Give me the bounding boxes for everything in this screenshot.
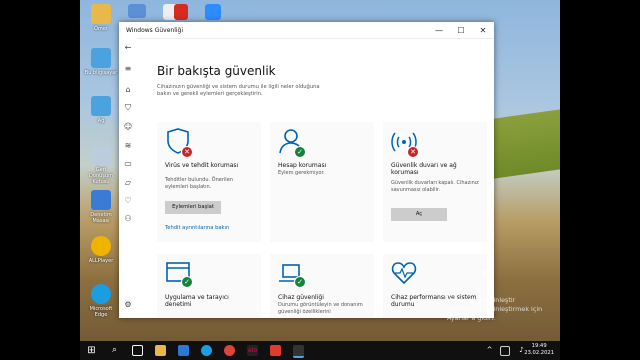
card-app-browser-control[interactable]: ✓ Uygulama ve tarayıcı denetimi bbox=[157, 254, 261, 318]
taskbar-app-icon[interactable] bbox=[120, 4, 154, 20]
close-button[interactable]: ✕ bbox=[472, 26, 494, 35]
wifi-icon[interactable]: ≋ bbox=[123, 141, 133, 151]
screen-recorder-icon[interactable] bbox=[270, 345, 281, 356]
chrome-icon[interactable] bbox=[224, 345, 235, 356]
heart-icon[interactable]: ♡ bbox=[123, 196, 133, 206]
edge-icon bbox=[91, 284, 111, 304]
home-icon[interactable]: ⌂ bbox=[123, 85, 133, 95]
status-error-icon: ✕ bbox=[407, 146, 419, 158]
status-ok-icon: ✓ bbox=[294, 146, 306, 158]
person-icon[interactable]: ☺ bbox=[123, 122, 133, 132]
desktop-icon-control-panel[interactable]: Denetim Masası bbox=[84, 190, 118, 224]
card-description: Eylem gerekmiyor. bbox=[278, 170, 325, 176]
card-title: Hesap koruması bbox=[278, 162, 327, 169]
card-device-security[interactable]: ✓ Cihaz güvenliği Durumu görüntüleyin ve… bbox=[270, 254, 374, 318]
maximize-button[interactable]: ☐ bbox=[450, 26, 472, 35]
card-description: Güvenlik duvarları kapalı. Cihazınız sav… bbox=[391, 180, 479, 193]
desktop-icon-edge[interactable]: Microsoft Edge bbox=[84, 284, 118, 318]
hamburger-menu-icon[interactable]: ≡ bbox=[123, 64, 133, 74]
taskbar: ⊞ ⌕ elo ^ ♪ 19:49 23.02.2021 bbox=[80, 341, 560, 360]
status-error-icon: ✕ bbox=[181, 146, 193, 158]
recycle-bin-icon bbox=[91, 145, 111, 165]
activation-watermark: Windows'u etkinleştir Windows'u etkinleş… bbox=[447, 296, 543, 322]
card-description: Durumu görüntüleyin ve donanım güvenliği… bbox=[278, 302, 363, 315]
back-arrow-icon[interactable]: ← bbox=[123, 43, 133, 53]
card-title: Güvenlik duvarı ve ağ koruması bbox=[391, 162, 457, 176]
settings-gear-icon[interactable]: ⚙ bbox=[123, 300, 133, 310]
main-content: Bir bakışta güvenlik Cihazınızın güvenli… bbox=[137, 38, 494, 318]
status-ok-icon: ✓ bbox=[181, 276, 193, 288]
folder-icon bbox=[91, 4, 111, 24]
navigation-rail: ← ≡ ⌂ ⛉ ☺ ≋ ▭ ▱ ♡ ⚇ ⚙ bbox=[119, 38, 137, 318]
card-account-protection[interactable]: ✓ Hesap koruması Eylem gerekmiyor. bbox=[270, 122, 374, 242]
clock[interactable]: 19:49 23.02.2021 bbox=[524, 343, 554, 357]
letterbox-left bbox=[0, 0, 80, 360]
family-icon[interactable]: ⚇ bbox=[123, 214, 133, 224]
file-explorer-icon[interactable] bbox=[155, 345, 166, 356]
card-title: Virüs ve tehdit koruması bbox=[165, 162, 239, 169]
threat-details-link[interactable]: Tehdit ayrıntılarına bakın bbox=[165, 225, 229, 231]
minimize-button[interactable]: — bbox=[428, 26, 450, 35]
title-bar[interactable]: Windows Güvenliği — ☐ ✕ bbox=[119, 22, 494, 39]
desktop-icon-user-folder[interactable]: Ömer bbox=[84, 4, 118, 32]
card-firewall-protection[interactable]: ✕ Güvenlik duvarı ve ağ koruması Güvenli… bbox=[383, 122, 487, 242]
card-virus-protection[interactable]: ✕ Virüs ve tehdit koruması Tehditler bul… bbox=[157, 122, 261, 242]
page-subtitle: Cihazınızın güvenliği ve sistem durumu i… bbox=[157, 84, 320, 97]
laptop-icon[interactable]: ▱ bbox=[123, 178, 133, 188]
start-actions-button[interactable]: Eylemleri başlat bbox=[165, 201, 221, 214]
computer-icon bbox=[91, 48, 111, 68]
start-windows-icon[interactable]: ⊞ bbox=[86, 345, 97, 356]
status-ok-icon: ✓ bbox=[294, 276, 306, 288]
desktop-icon-this-pc[interactable]: Bu bilgisayar bbox=[84, 48, 118, 76]
pdf-app-icon[interactable] bbox=[160, 4, 194, 22]
windows-security-window: Windows Güvenliği — ☐ ✕ ← ≡ ⌂ ⛉ ☺ ≋ ▭ ▱ … bbox=[119, 22, 494, 318]
mouse-cursor bbox=[483, 271, 487, 278]
letterbox-right bbox=[560, 0, 640, 360]
tray-chevron-icon[interactable]: ^ bbox=[484, 345, 495, 356]
card-title: Cihaz güvenliği bbox=[278, 294, 324, 301]
control-panel-icon bbox=[91, 190, 111, 210]
network-tray-icon[interactable] bbox=[500, 346, 510, 356]
edge-taskbar-icon[interactable] bbox=[201, 345, 212, 356]
allplayer-icon bbox=[91, 236, 111, 256]
windows-security-taskbar-icon[interactable] bbox=[293, 345, 304, 358]
window-title: Windows Güvenliği bbox=[126, 26, 183, 34]
task-view-icon[interactable] bbox=[132, 345, 143, 356]
store-icon[interactable] bbox=[178, 345, 189, 356]
network-icon bbox=[91, 96, 111, 116]
turn-on-button[interactable]: Aç bbox=[391, 208, 447, 221]
shield-icon[interactable]: ⛉ bbox=[123, 103, 133, 113]
media-app-icon[interactable]: elo bbox=[247, 345, 258, 356]
page-title: Bir bakışta güvenlik bbox=[157, 64, 276, 78]
desktop-icon-allplayer[interactable]: ALLPlayer bbox=[84, 236, 118, 264]
browser-icon[interactable]: ▭ bbox=[123, 159, 133, 169]
search-icon[interactable]: ⌕ bbox=[109, 345, 120, 356]
card-title: Uygulama ve tarayıcı denetimi bbox=[165, 294, 229, 308]
heart-pulse-icon bbox=[391, 262, 417, 285]
desktop-icon-recycle-bin[interactable]: Geri Dönüşüm Kutusu bbox=[84, 145, 118, 185]
desktop-icon-network[interactable]: Ağ bbox=[84, 96, 118, 124]
card-description: Tehditler bulundu. Önerilen eylemleri ba… bbox=[165, 177, 233, 190]
zoom-app-icon[interactable] bbox=[196, 4, 230, 22]
